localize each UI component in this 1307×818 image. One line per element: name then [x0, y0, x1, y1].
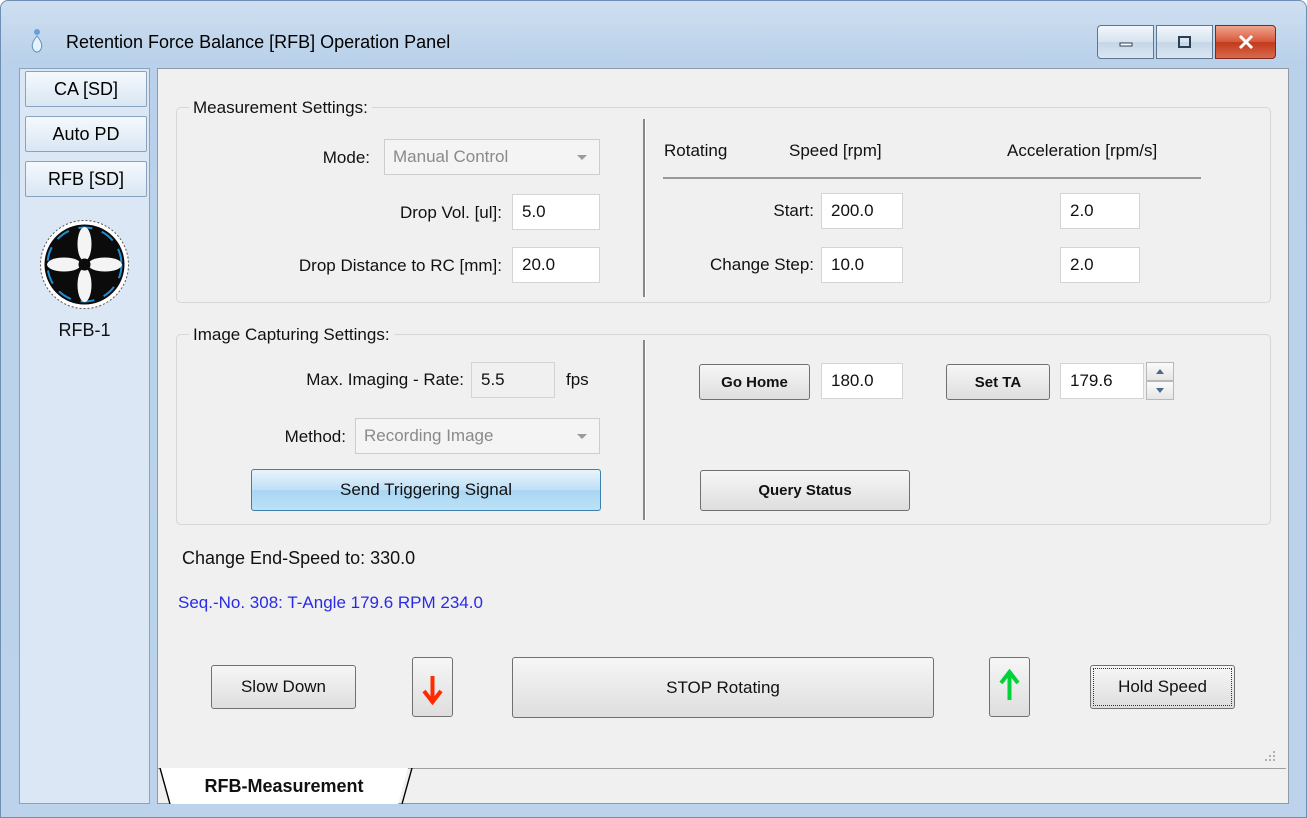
go-home-angle-input[interactable]: 180.0 [821, 363, 903, 399]
drop-distance-label: Drop Distance to RC [mm]: [298, 256, 502, 275]
arrow-up-icon [999, 668, 1020, 700]
hold-speed-button[interactable]: Hold Speed [1090, 665, 1235, 709]
sidebar-tab-auto-pd[interactable]: Auto PD [25, 116, 147, 152]
stop-rotating-button[interactable]: STOP Rotating [512, 657, 934, 718]
change-step-acceleration-input[interactable]: 2.0 [1060, 247, 1140, 283]
arrow-down-icon [422, 676, 443, 706]
sidebar-tab-ca-sd[interactable]: CA [SD] [25, 71, 147, 107]
image-capturing-title: Image Capturing Settings: [189, 325, 394, 345]
rotating-label: Rotating [664, 141, 728, 160]
imaging-rate-value: 5.5 [471, 362, 555, 398]
chevron-up-icon [1156, 369, 1164, 374]
minimize-button[interactable] [1097, 25, 1154, 59]
resize-grip-icon[interactable] [1262, 748, 1276, 762]
close-button[interactable] [1215, 25, 1276, 59]
start-acceleration-input[interactable]: 2.0 [1060, 193, 1140, 229]
mode-label: Mode: [322, 148, 370, 167]
method-select-value: Recording Image [364, 426, 494, 445]
app-icon [31, 29, 43, 53]
chevron-down-icon [1156, 388, 1164, 393]
window-title: Retention Force Balance [RFB] Operation … [66, 32, 451, 52]
close-icon [1238, 34, 1253, 50]
drop-vol-input[interactable]: 5.0 [512, 194, 600, 230]
sequence-status: Seq.-No. 308: T-Angle 179.6 RPM 234.0 [178, 593, 483, 612]
go-home-button[interactable]: Go Home [699, 364, 810, 400]
minimize-icon [1119, 42, 1132, 47]
sidebar-tab-rfb-sd[interactable]: RFB [SD] [25, 161, 147, 197]
device-label: RFB-1 [58, 320, 111, 340]
chevron-down-icon [577, 434, 587, 439]
method-label: Method: [284, 427, 346, 446]
query-status-button[interactable]: Query Status [700, 470, 910, 511]
imaging-rate-unit: fps [566, 370, 589, 389]
end-speed-status: Change End-Speed to: 330.0 [182, 548, 416, 568]
start-label: Start: [773, 201, 814, 220]
group-divider [643, 119, 646, 297]
chevron-down-icon [577, 155, 587, 160]
decrease-speed-button[interactable] [412, 657, 453, 717]
slow-down-button[interactable]: Slow Down [211, 665, 356, 709]
increase-speed-button[interactable] [989, 657, 1030, 717]
drop-vol-label: Drop Vol. [ul]: [399, 203, 502, 222]
title-bar[interactable]: Retention Force Balance [RFB] Operation … [0, 0, 1305, 66]
header-separator [663, 177, 1201, 179]
method-select[interactable]: Recording Image [355, 418, 600, 454]
tab-outline [159, 768, 413, 804]
set-ta-button[interactable]: Set TA [946, 364, 1050, 400]
speed-column-header: Speed [rpm] [789, 141, 882, 160]
set-ta-angle-input[interactable]: 179.6 [1060, 363, 1144, 399]
mode-select-value: Manual Control [393, 147, 509, 166]
group-divider [643, 340, 646, 520]
spinner-up-button[interactable] [1146, 362, 1174, 381]
acceleration-column-header: Acceleration [rpm/s] [1007, 141, 1158, 160]
maximize-icon [1177, 36, 1191, 48]
change-step-speed-input[interactable]: 10.0 [821, 247, 903, 283]
drop-distance-input[interactable]: 20.0 [512, 247, 600, 283]
start-speed-input[interactable]: 200.0 [821, 193, 903, 229]
mode-select[interactable]: Manual Control [384, 139, 600, 175]
maximize-button[interactable] [1156, 25, 1213, 59]
send-trigger-button[interactable]: Send Triggering Signal [251, 469, 601, 511]
change-step-label: Change Step: [710, 255, 814, 274]
rfb-device-icon[interactable] [39, 219, 130, 310]
measurement-settings-title: Measurement Settings: [189, 98, 372, 118]
imaging-rate-label: Max. Imaging - Rate: [306, 370, 464, 389]
spinner-down-button[interactable] [1146, 381, 1174, 400]
